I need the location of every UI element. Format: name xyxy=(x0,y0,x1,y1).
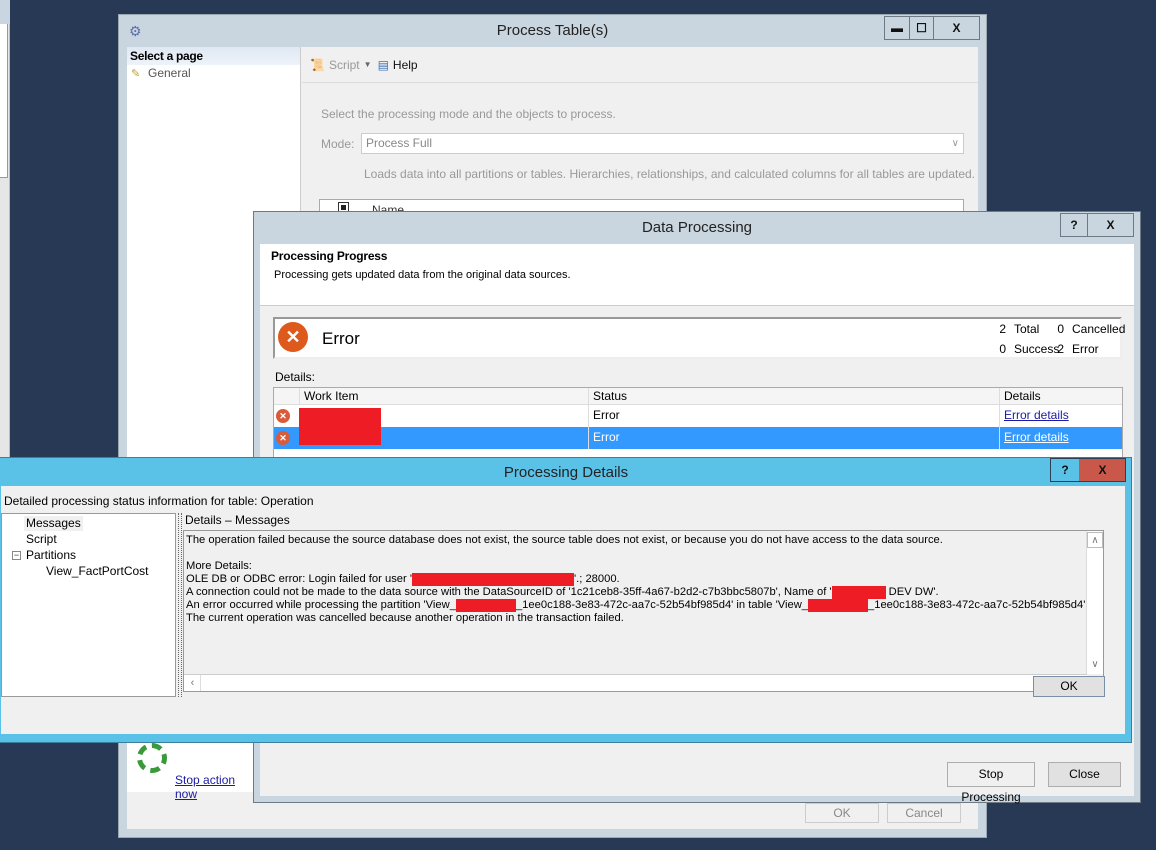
status-counts: 2 Total 0 Cancelled 0 Success 2 Error xyxy=(996,322,1126,356)
vertical-scrollbar[interactable]: ∧ ∨ xyxy=(1086,531,1103,674)
error-details-link[interactable]: Error details xyxy=(1004,408,1069,422)
page-item-general[interactable]: ✎ General xyxy=(127,65,300,81)
window-controls: ▬ ☐ X xyxy=(884,16,980,40)
table-row[interactable]: ✕ Error Error details xyxy=(274,427,1122,449)
select-page-header: Select a page xyxy=(127,47,300,65)
column-header-details[interactable]: Details xyxy=(999,388,1122,404)
close-button[interactable]: X xyxy=(1079,459,1125,481)
redacted-partition xyxy=(455,599,516,612)
chevron-down-icon[interactable]: ▼ xyxy=(364,60,372,69)
success-label: Success xyxy=(1014,342,1060,356)
column-header-status[interactable]: Status xyxy=(588,388,999,404)
stop-action-link[interactable]: Stop action now xyxy=(175,773,251,801)
progress-panel: Stop action now xyxy=(127,739,251,801)
row-error-icon: ✕ xyxy=(276,409,290,423)
intro-text: Detailed processing status information f… xyxy=(4,494,314,508)
cancelled-count: 0 xyxy=(1057,322,1064,336)
banner-title: Processing Progress xyxy=(271,249,388,263)
processing-details-window: Processing Details ? X Detailed processi… xyxy=(0,457,1132,743)
table-row[interactable]: ✕ Error Error details xyxy=(274,405,1122,427)
help-button[interactable]: ▤ Help xyxy=(378,58,418,72)
error-icon: ✕ xyxy=(278,322,308,352)
ok-button[interactable]: OK xyxy=(1033,676,1105,697)
help-button[interactable]: ? xyxy=(1051,459,1079,481)
status-label: Error xyxy=(322,329,360,348)
chevron-left-icon[interactable]: ‹ xyxy=(185,675,201,691)
mode-label: Mode: xyxy=(321,137,355,151)
window-title: Processing Details xyxy=(503,464,629,481)
success-count: 0 xyxy=(999,342,1006,356)
close-button[interactable]: X xyxy=(1087,214,1133,236)
mode-description: Loads data into all partitions or tables… xyxy=(364,167,976,181)
details-label: Details: xyxy=(275,370,316,384)
redacted-table xyxy=(808,599,869,612)
work-items-table: Work Item Status Details ✕ Error Error d… xyxy=(273,387,1123,467)
window-controls: ? X xyxy=(1060,213,1134,237)
instruction-text: Select the processing mode and the objec… xyxy=(321,107,616,121)
table-header: Work Item Status Details xyxy=(274,388,1122,405)
tree-item-partitions[interactable]: Partitions xyxy=(26,548,76,563)
error-details-link[interactable]: Error details xyxy=(1004,430,1069,444)
script-icon: 📜 xyxy=(310,57,325,72)
cancel-button[interactable]: Cancel xyxy=(887,803,961,823)
spinner-icon xyxy=(137,743,167,773)
help-button[interactable]: ? xyxy=(1061,214,1087,236)
horizontal-scrollbar[interactable]: ‹ › xyxy=(184,674,1087,691)
column-header-work-item[interactable]: Work Item xyxy=(299,388,588,404)
collapse-icon[interactable]: − xyxy=(12,551,21,560)
error-count: 2 xyxy=(1057,342,1064,356)
redacted-work-item xyxy=(299,427,381,445)
tree-item-script[interactable]: Script xyxy=(26,532,57,547)
window-title: Data Processing xyxy=(641,219,753,236)
close-dialog-button[interactable]: Close xyxy=(1048,762,1121,787)
help-icon: ▤ xyxy=(377,57,389,72)
row-status: Error xyxy=(588,405,999,427)
redacted-work-item xyxy=(299,408,381,427)
background-window-fragment xyxy=(0,0,10,460)
script-button[interactable]: 📜 Script ▼ xyxy=(310,58,372,72)
cancelled-label: Cancelled xyxy=(1072,322,1126,336)
toolbar: 📜 Script ▼ ▤ Help xyxy=(302,47,978,83)
chevron-down-icon[interactable]: ∨ xyxy=(1087,657,1103,673)
tree-item-messages[interactable]: Messages xyxy=(24,516,83,531)
page-item-label: General xyxy=(148,66,191,80)
mode-select[interactable]: Process Full ∨ xyxy=(361,133,964,154)
error-label: Error xyxy=(1072,342,1099,356)
window-controls: ? X xyxy=(1050,458,1126,482)
row-error-icon: ✕ xyxy=(276,431,290,445)
messages-text: The operation failed because the source … xyxy=(186,534,1089,624)
stop-processing-button[interactable]: Stop Processing xyxy=(947,762,1035,804)
background-window-titlebar xyxy=(0,0,10,24)
window-title: Process Table(s) xyxy=(496,22,609,39)
row-status: Error xyxy=(588,427,999,449)
chevron-down-icon: ∨ xyxy=(951,138,959,149)
messages-label: Details – Messages xyxy=(185,513,290,527)
details-tree: Messages Script − Partitions View_FactPo… xyxy=(1,513,176,697)
redacted-name xyxy=(831,586,886,599)
close-button[interactable]: X xyxy=(933,17,979,39)
status-summary: ✕ Error 2 Total 0 Cancelled 0 Success 2 … xyxy=(273,317,1126,359)
tree-item-partition[interactable]: View_FactPortCost xyxy=(46,564,149,579)
redacted-user xyxy=(411,573,574,586)
total-count: 2 xyxy=(999,322,1006,336)
background-window-pane xyxy=(0,24,8,178)
progress-banner: Processing Progress Processing gets upda… xyxy=(260,244,1134,306)
total-label: Total xyxy=(1014,322,1040,336)
messages-textbox[interactable]: The operation failed because the source … xyxy=(183,530,1104,692)
splitter[interactable] xyxy=(178,513,182,697)
chevron-up-icon[interactable]: ∧ xyxy=(1087,532,1103,548)
banner-subtitle: Processing gets updated data from the or… xyxy=(274,269,571,281)
minimize-button[interactable]: ▬ xyxy=(885,17,909,39)
ok-button[interactable]: OK xyxy=(805,803,879,823)
page-icon: ✎ xyxy=(131,68,141,80)
maximize-button[interactable]: ☐ xyxy=(909,17,933,39)
